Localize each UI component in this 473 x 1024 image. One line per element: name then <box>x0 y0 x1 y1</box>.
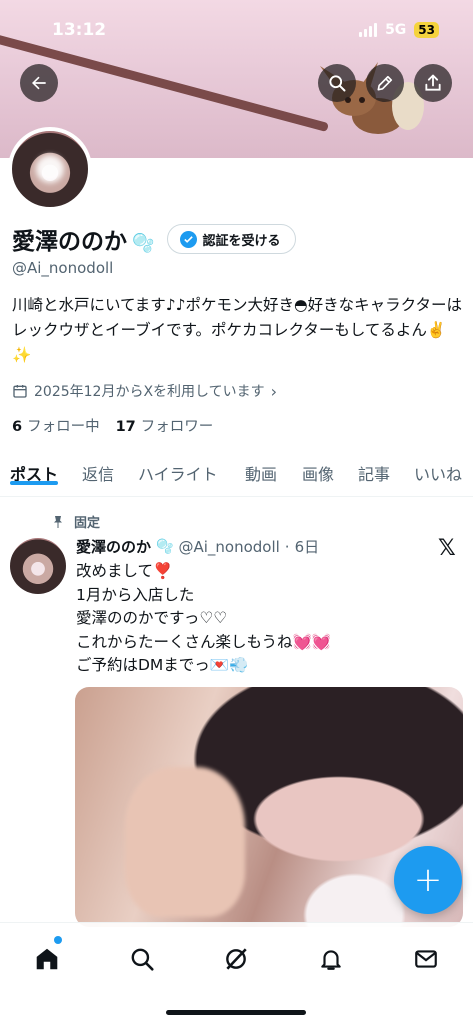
plus-icon: + <box>413 860 443 900</box>
profile-bio: 川崎と水戸にいてます♪♪ポケモン大好き◓好きなキャラクターはレックウザとイーブイ… <box>12 296 462 364</box>
tab-videos[interactable]: 動画 <box>245 448 277 485</box>
share-button[interactable] <box>414 64 452 102</box>
arrow-left-icon <box>32 76 46 90</box>
profile-avatar[interactable] <box>8 127 92 211</box>
profile-tabs: ポスト 返信 ハイライト 動画 画像 記事 いいね <box>0 448 473 497</box>
home-notification-dot <box>54 936 62 944</box>
nav-grok[interactable] <box>214 937 258 981</box>
nav-messages[interactable] <box>404 937 448 981</box>
tweet-author-name[interactable]: 愛澤ののか <box>76 536 151 557</box>
search-icon <box>329 75 346 92</box>
nav-search[interactable] <box>120 937 164 981</box>
tweet-separator: · <box>284 537 290 556</box>
joined-date: 2025年12月からXを利用しています › <box>12 381 277 401</box>
compose-post-button[interactable]: + <box>394 846 462 914</box>
status-indicators: 5G 53 <box>359 22 439 38</box>
tab-articles[interactable]: 記事 <box>358 448 390 485</box>
profile-handle: @Ai_nonodoll <box>12 259 114 277</box>
battery-icon: 53 <box>414 22 439 38</box>
following-link[interactable]: 6 フォロー中 <box>12 415 100 436</box>
tweet-author-emoji: 🫧 <box>156 538 174 555</box>
grok-icon <box>226 948 247 970</box>
mail-icon <box>415 950 437 968</box>
pinned-indicator: 固定 <box>52 512 100 531</box>
home-indicator-bar <box>166 1010 306 1015</box>
calendar-icon <box>13 385 27 398</box>
display-name: 愛澤ののか <box>12 229 127 255</box>
bubbles-emoji: 🫧 <box>132 233 155 254</box>
search-button[interactable] <box>318 64 356 102</box>
get-verified-button[interactable]: 認証を受ける <box>166 224 296 254</box>
get-verified-label: 認証を受ける <box>202 233 281 249</box>
bottom-navigation <box>0 922 473 1024</box>
joined-text: 2025年12月からXを利用しています <box>34 384 265 400</box>
verified-badge-icon <box>179 230 197 248</box>
pin-icon <box>54 515 62 528</box>
tab-media[interactable]: 画像 <box>302 448 334 485</box>
network-label: 5G <box>385 22 407 38</box>
pinned-label: 固定 <box>74 516 101 531</box>
tweet-header: 愛澤ののか 🫧 @Ai_nonodoll · 6日 <box>76 536 319 557</box>
chevron-right-icon[interactable]: › <box>271 382 277 401</box>
tweet-author-handle: @Ai_nonodoll <box>178 537 280 556</box>
photo-hand <box>125 767 245 917</box>
bell-icon <box>321 950 341 970</box>
share-icon <box>425 74 441 91</box>
tab-replies[interactable]: 返信 <box>82 448 114 485</box>
pencil-icon <box>377 75 393 91</box>
tweet-line: これからたーくさん楽しもうね💓💓 <box>76 632 332 651</box>
status-time: 13:12 <box>52 20 107 40</box>
tweet-avatar[interactable] <box>10 538 66 594</box>
back-button[interactable] <box>20 64 58 102</box>
followers-link[interactable]: 17 フォロワー <box>116 415 214 436</box>
home-icon <box>36 948 58 970</box>
nav-notifications[interactable] <box>309 937 353 981</box>
tweet-line: 改めまして❣️ <box>76 562 173 580</box>
tweet-line: ご予約はDMまでっ💌💨 <box>76 656 249 674</box>
tweet-text: 改めまして❣️ 1月から入店した 愛澤ののかですっ♡♡ これからたーくさん楽しも… <box>76 560 331 678</box>
tab-posts[interactable]: ポスト <box>10 448 59 485</box>
profile-name-row: 愛澤ののか 🫧 認証を受ける <box>12 222 296 256</box>
edit-button[interactable] <box>366 64 404 102</box>
tweet-time[interactable]: 6日 <box>295 536 320 557</box>
follow-stats: 6 フォロー中 17 フォロワー <box>12 415 213 436</box>
search-icon <box>131 948 154 971</box>
tab-likes[interactable]: いいね <box>414 448 462 485</box>
tab-highlights[interactable]: ハイライト <box>138 448 218 485</box>
display-name-group: 愛澤ののか 🫧 <box>12 222 155 256</box>
signal-icon <box>359 23 378 37</box>
x-logo-icon[interactable]: 𝕏 <box>438 536 456 561</box>
status-bar: 13:12 5G 53 <box>0 0 473 62</box>
avatar-face-blur <box>36 155 64 183</box>
tweet-line: 愛澤ののかですっ♡♡ <box>76 609 228 627</box>
nav-home[interactable] <box>25 937 69 981</box>
tweet-line: 1月から入店した <box>76 585 195 604</box>
